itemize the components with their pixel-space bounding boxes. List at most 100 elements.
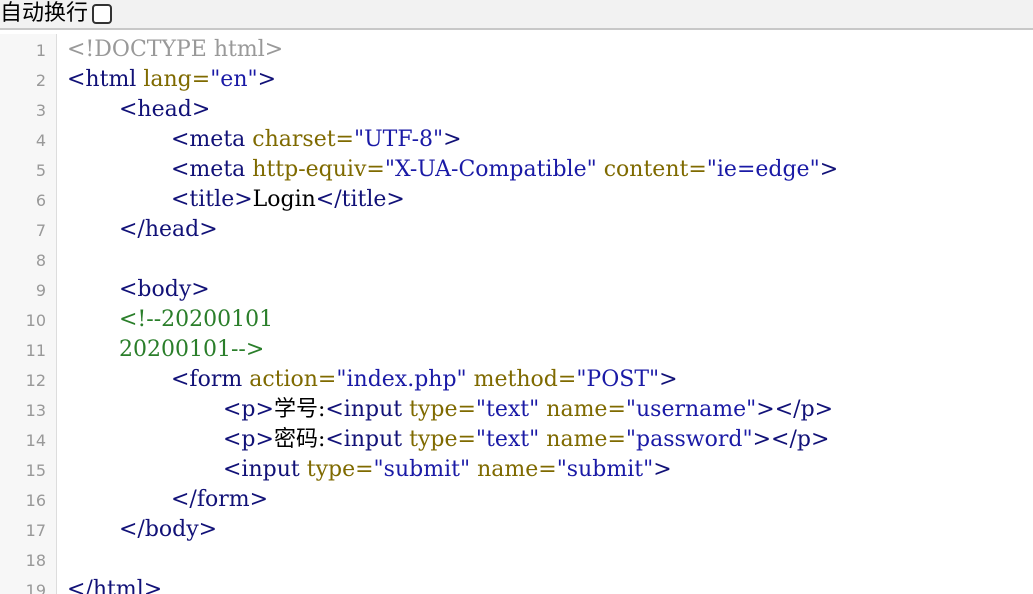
code-token-tag: </title> [315,187,405,212]
code-line: 9 <body> [0,275,1033,305]
code-text: </head> [119,215,218,245]
code-token-attr: type= [409,397,476,422]
code-token-tag: ></p> [752,427,830,452]
code-text: <head> [119,95,210,125]
code-token-com: <!--20200101 [119,307,274,332]
line-number: 14 [25,431,46,450]
line-number: 1 [35,41,46,60]
code-token-str: "UTF-8" [354,127,444,152]
line-number: 15 [25,461,46,480]
line-number: 5 [35,161,46,180]
code-token-attr: type= [306,457,374,482]
code-token-com: 20200101--> [119,337,265,362]
line-number: 16 [25,491,46,510]
code-text: </body> [119,515,217,545]
line-number: 9 [35,281,46,300]
code-token-tag: > [819,157,839,182]
code-line: 5 <meta http-equiv="X-UA-Compatible" cont… [0,155,1033,185]
line-number: 6 [35,191,46,210]
line-number: 19 [25,581,46,594]
code-token-tag: <input [223,457,300,482]
word-wrap-checkbox[interactable] [92,4,113,24]
code-token-tag: <form [171,367,243,392]
code-token-tag: </body> [119,517,218,542]
code-token-tag: </head> [119,217,218,242]
code-token-tag: <body> [119,277,210,302]
code-token-txt: Login [252,187,316,212]
code-line: 8 [0,245,1033,275]
line-number: 13 [25,401,46,420]
code-token-str: "text" [475,427,540,452]
code-token-tag: <title> [171,187,253,212]
code-text: <title>Login</title> [171,185,405,215]
line-number: 2 [35,71,46,90]
code-token-str: "en" [210,67,258,92]
code-token-tag: > [257,67,277,92]
code-text: <!--20200101 [119,305,273,335]
code-text: <p>学号:<input type="text" name="username"… [223,395,833,425]
code-token-str: "submit" [556,457,654,482]
code-text: </form> [171,485,268,515]
code-token-tag: <meta [171,127,246,152]
code-line: 14 <p>密码:<input type="text" name="passwor… [0,425,1033,455]
line-number: 12 [25,371,46,390]
code-line: 17 </body> [0,515,1033,545]
code-text: </html> [67,575,162,594]
code-text: <input type="submit" name="submit"> [223,455,672,485]
word-wrap-label: 自动换行 [0,1,89,26]
code-token-tag: ></p> [756,397,834,422]
code-line: 15 <input type="submit" name="submit"> [0,455,1033,485]
code-text: <body> [119,275,210,305]
code-token-tag: <head> [119,97,211,122]
code-line: 10 <!--20200101 [0,305,1033,335]
code-line: 11 20200101--> [0,335,1033,365]
code-text: <html lang="en"> [67,65,276,95]
code-token-txt: 学号: [273,397,326,422]
code-token-tag: > [659,367,678,392]
code-line: 2 <html lang="en"> [0,65,1033,95]
line-number: 7 [35,221,46,240]
line-number: 4 [35,131,46,150]
code-token-tag: <input [325,397,403,422]
code-token-tag: <p> [223,427,274,452]
code-line: 7 </head> [0,215,1033,245]
toolbar: 自动换行 [0,0,1033,30]
code-text: 20200101--> [119,335,264,365]
code-token-txt: 密码: [273,427,326,452]
code-line: 6 <title>Login</title> [0,185,1033,215]
code-token-tag: <html [67,67,137,92]
code-line: 12 <form action="index.php" method="POST"… [0,365,1033,395]
code-token-str: "ie=edge" [706,157,820,182]
code-text: <form action="index.php" method="POST"> [171,365,678,395]
line-number: 17 [25,521,46,540]
code-text: <p>密码:<input type="text" name="password"… [223,425,829,455]
line-number: 18 [25,551,46,570]
code-token-tag: <p> [223,397,274,422]
code-token-tag: </html> [67,577,163,594]
code-token-tag: <input [325,427,403,452]
code-token-doc: <!DOCTYPE html> [67,37,284,62]
code-token-attr: charset= [252,127,354,152]
code-line: 1 <!DOCTYPE html> [0,35,1033,65]
code-line: 19 </html> [0,575,1033,594]
code-token-attr: http-equiv= [252,157,385,182]
code-token-attr: name= [546,427,626,452]
code-token-attr: method= [473,367,577,392]
code-line: 3 <head> [0,95,1033,125]
code-token-attr: type= [409,427,476,452]
code-token-tag: </form> [171,487,269,512]
code-editor[interactable]: 1 <!DOCTYPE html> 2 <html lang="en"> 3 <head>… [0,34,1033,594]
line-number: 3 [35,101,46,120]
code-token-tag: > [653,457,672,482]
code-token-attr: name= [546,397,626,422]
code-token-str: "POST" [576,367,660,392]
code-text: <!DOCTYPE html> [67,35,283,65]
code-token-str: "submit" [373,457,471,482]
code-token-str: "text" [475,397,540,422]
code-token-attr: action= [249,367,337,392]
line-number: 11 [25,341,46,360]
code-token-attr: content= [603,157,707,182]
code-token-attr: name= [477,457,557,482]
